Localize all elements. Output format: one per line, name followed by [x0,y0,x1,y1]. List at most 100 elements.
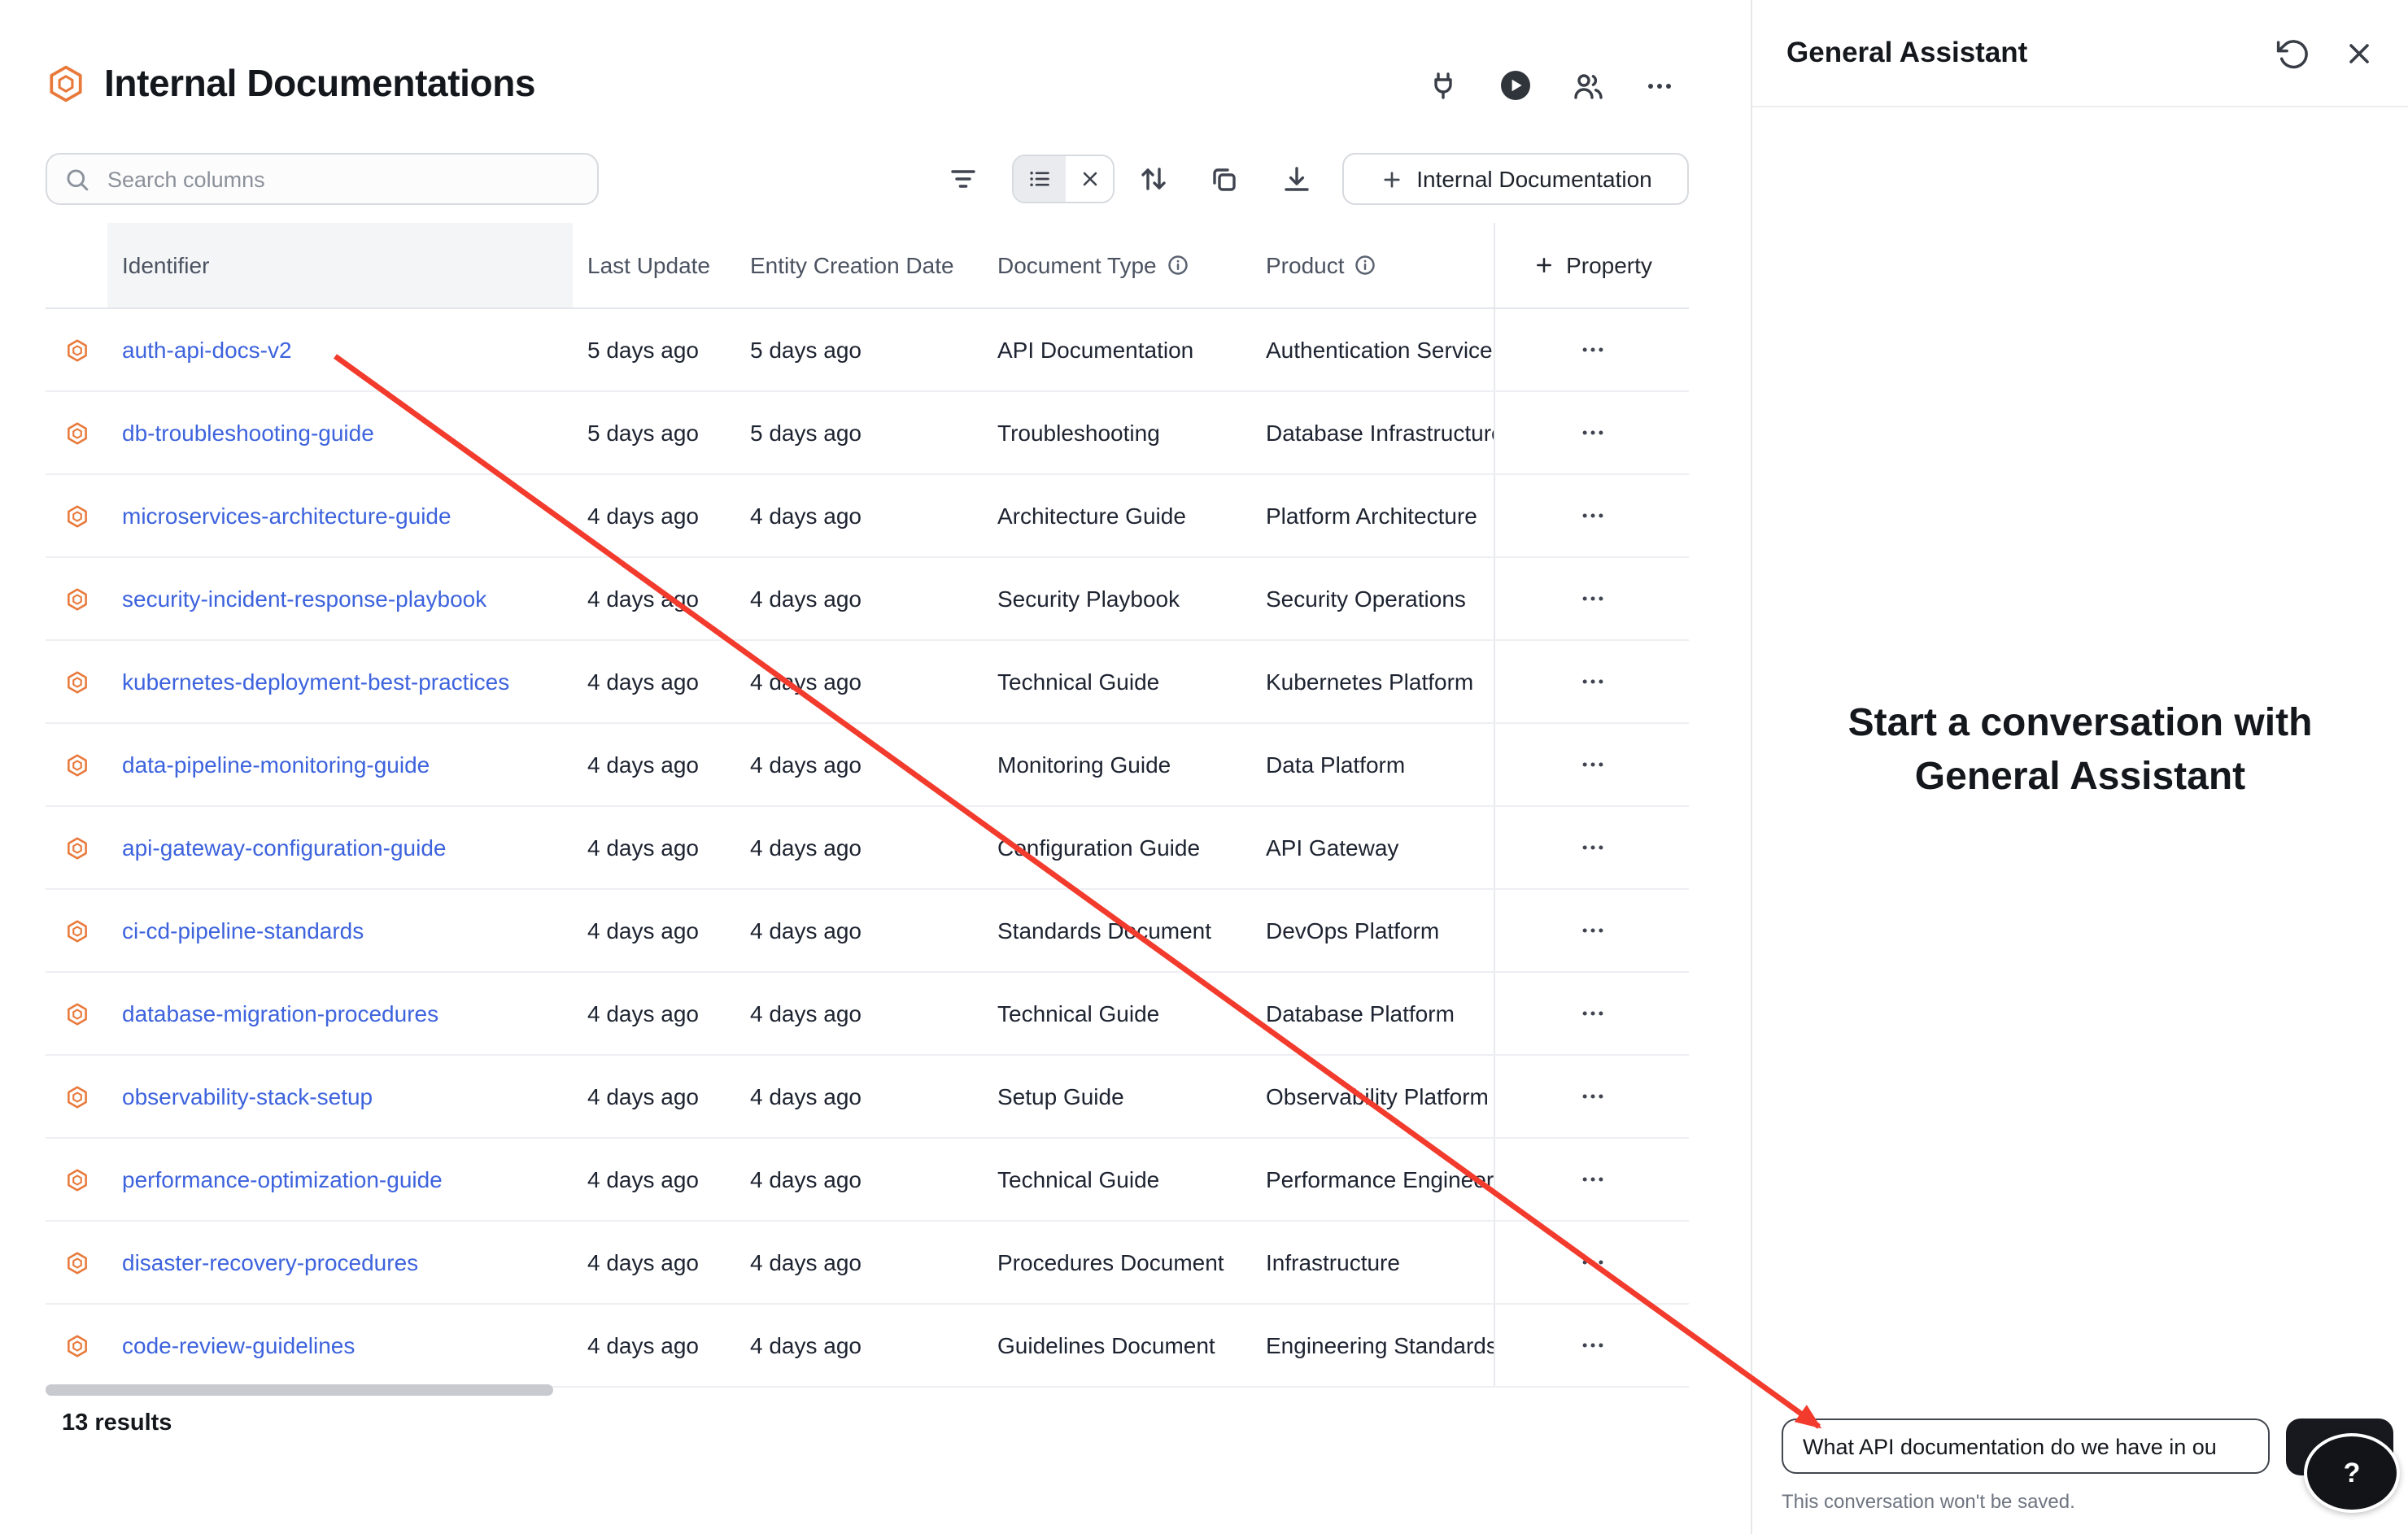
copy-button[interactable] [1207,159,1246,198]
search-columns-input[interactable] [104,165,581,193]
row-more-button[interactable] [1495,558,1689,639]
table-row[interactable]: db-troubleshooting-guide 5 days ago 5 da… [46,392,1689,475]
identifier-link[interactable]: microservices-architecture-guide [122,503,452,529]
row-more-button[interactable] [1495,1222,1689,1303]
row-more-button[interactable] [1495,392,1689,473]
document-rune-icon [46,752,107,777]
table-row[interactable]: auth-api-docs-v2 5 days ago 5 days ago A… [46,309,1689,392]
row-more-button[interactable] [1495,641,1689,722]
page-more-button[interactable] [1643,69,1676,102]
entity-creation-date-cell: 4 days ago [735,1332,983,1358]
table-row[interactable]: data-pipeline-monitoring-guide 4 days ag… [46,724,1689,807]
product-cell: Observability Platform [1251,1083,1494,1109]
column-header-last-update[interactable]: Last Update [573,223,735,307]
column-label: Product [1266,252,1345,278]
help-button[interactable]: ? [2304,1433,2400,1513]
document-rune-icon [46,1084,107,1109]
app-logo-icon [46,63,86,104]
run-button[interactable] [1498,68,1533,102]
identifier-link[interactable]: observability-stack-setup [122,1083,373,1109]
filter-button[interactable] [947,159,986,198]
add-property-button[interactable]: Property [1522,251,1662,280]
play-circle-icon [1498,68,1533,102]
last-update-cell: 4 days ago [573,752,735,778]
document-type-cell: Troubleshooting [983,420,1251,446]
download-button[interactable] [1280,159,1320,198]
last-update-cell: 4 days ago [573,586,735,612]
row-more-button[interactable] [1495,475,1689,556]
identifier-link[interactable]: performance-optimization-guide [122,1166,443,1192]
more-horizontal-icon [1577,833,1607,862]
more-horizontal-icon [1643,69,1676,102]
horizontal-scrollbar[interactable] [46,1384,553,1396]
identifier-link[interactable]: auth-api-docs-v2 [122,337,292,363]
close-icon [2343,37,2375,70]
document-rune-icon [46,586,107,611]
clear-view-button[interactable] [1066,156,1113,202]
document-rune-icon [46,1250,107,1275]
table-row[interactable]: api-gateway-configuration-guide 4 days a… [46,807,1689,890]
table-row[interactable]: ci-cd-pipeline-standards 4 days ago 4 da… [46,890,1689,973]
users-icon [1572,69,1604,102]
entity-creation-date-cell: 4 days ago [735,752,983,778]
document-type-cell: Guidelines Document [983,1332,1251,1358]
identifier-link[interactable]: data-pipeline-monitoring-guide [122,752,430,778]
row-more-button[interactable] [1495,890,1689,971]
new-internal-documentation-button[interactable]: Internal Documentation [1342,153,1689,205]
close-panel-button[interactable] [2343,37,2375,70]
product-cell: Performance Engineering [1251,1166,1494,1192]
list-view-button[interactable] [1014,156,1066,202]
identifier-link[interactable]: db-troubleshooting-guide [122,420,374,446]
last-update-cell: 5 days ago [573,337,735,363]
column-header-product[interactable]: Product [1251,223,1494,307]
sort-button[interactable] [1137,159,1176,198]
column-header-identifier[interactable]: Identifier [107,223,573,307]
identifier-link[interactable]: code-review-guidelines [122,1332,355,1358]
identifier-link[interactable]: security-incident-response-playbook [122,586,486,612]
reset-conversation-button[interactable] [2276,37,2310,71]
add-property-label: Property [1566,252,1652,278]
table-row[interactable]: disaster-recovery-procedures 4 days ago … [46,1222,1689,1305]
row-more-button[interactable] [1495,1305,1689,1386]
product-cell: Infrastructure [1251,1249,1494,1275]
filter-icon [947,163,979,195]
row-more-button[interactable] [1495,309,1689,390]
empty-state-line1: Start a conversation with [1752,696,2408,750]
product-cell: DevOps Platform [1251,917,1494,943]
last-update-cell: 4 days ago [573,917,735,943]
table-row[interactable]: observability-stack-setup 4 days ago 4 d… [46,1056,1689,1139]
last-update-cell: 4 days ago [573,1083,735,1109]
identifier-link[interactable]: ci-cd-pipeline-standards [122,917,364,943]
table-row[interactable]: kubernetes-deployment-best-practices 4 d… [46,641,1689,724]
identifier-link[interactable]: disaster-recovery-procedures [122,1249,418,1275]
product-cell: API Gateway [1251,835,1494,861]
table-row[interactable]: database-migration-procedures 4 days ago… [46,973,1689,1056]
entity-creation-date-cell: 4 days ago [735,669,983,695]
members-button[interactable] [1572,69,1604,102]
entity-creation-date-cell: 4 days ago [735,1249,983,1275]
view-toggle [1012,155,1115,203]
integrations-button[interactable] [1427,69,1459,102]
entity-creation-date-cell: 4 days ago [735,503,983,529]
row-more-button[interactable] [1495,1139,1689,1220]
identifier-link[interactable]: database-migration-procedures [122,1000,438,1026]
identifier-link[interactable]: api-gateway-configuration-guide [122,835,446,861]
row-more-button[interactable] [1495,724,1689,805]
column-header-document-type[interactable]: Document Type [983,223,1251,307]
product-cell: Security Operations [1251,586,1494,612]
app-window: Internal Documentations [0,0,2408,1534]
results-count: 13 results [62,1410,172,1436]
table-row[interactable]: performance-optimization-guide 4 days ag… [46,1139,1689,1222]
table-row[interactable]: code-review-guidelines 4 days ago 4 days… [46,1305,1689,1388]
identifier-link[interactable]: kubernetes-deployment-best-practices [122,669,509,695]
table-row[interactable]: microservices-architecture-guide 4 days … [46,475,1689,558]
column-header-entity-creation-date[interactable]: Entity Creation Date [735,223,983,307]
row-more-button[interactable] [1495,973,1689,1054]
row-more-button[interactable] [1495,1056,1689,1137]
row-more-button[interactable] [1495,807,1689,888]
document-type-cell: API Documentation [983,337,1251,363]
assistant-message-input[interactable] [1782,1419,2270,1474]
product-cell: Engineering Standards [1251,1332,1494,1358]
plug-icon [1427,69,1459,102]
table-row[interactable]: security-incident-response-playbook 4 da… [46,558,1689,641]
